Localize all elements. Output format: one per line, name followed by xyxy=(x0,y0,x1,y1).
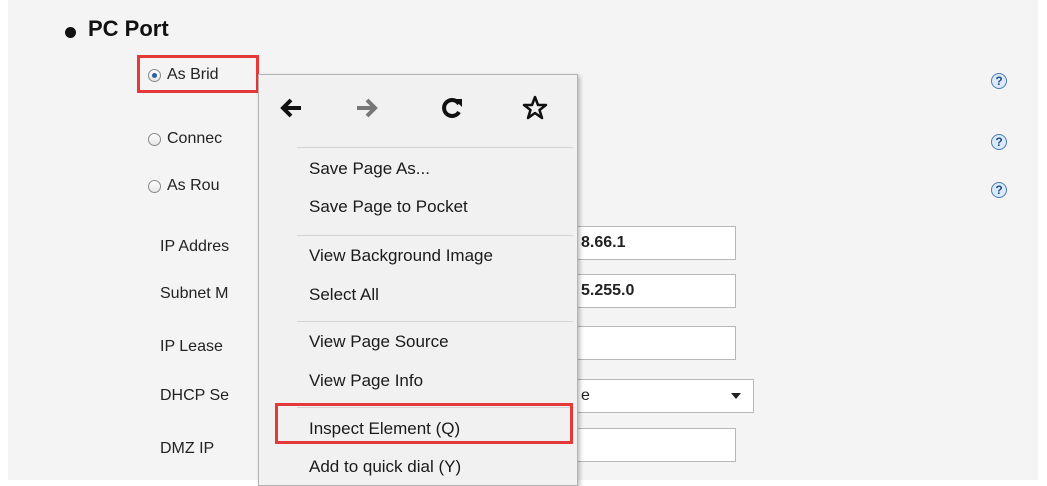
menu-separator xyxy=(297,235,573,236)
ip-address-input[interactable]: 8.66.1 xyxy=(576,226,736,260)
ip-lease-input[interactable] xyxy=(576,326,736,360)
dhcp-select[interactable]: e xyxy=(576,379,754,413)
menu-item-add-to-quick-dial[interactable]: Add to quick dial (Y) xyxy=(309,457,461,477)
back-arrow-icon[interactable] xyxy=(277,93,307,123)
subnet-mask-label: Subnet M xyxy=(160,285,229,302)
radio-button[interactable] xyxy=(148,132,161,146)
help-icon[interactable]: ? xyxy=(991,182,1007,198)
menu-item-save-page-as[interactable]: Save Page As... xyxy=(309,159,430,179)
ip-lease-label: IP Lease xyxy=(160,338,223,355)
highlight-box-inspect-element xyxy=(275,403,573,444)
radio-label-connect: Connec xyxy=(167,130,223,147)
menu-item-view-page-info[interactable]: View Page Info xyxy=(309,371,423,391)
section-title: PC Port xyxy=(88,16,169,41)
radio-label-router: As Rou xyxy=(167,177,220,194)
menu-separator xyxy=(297,147,573,148)
highlight-box-bridge xyxy=(137,55,259,93)
section-bullet xyxy=(65,27,76,38)
forward-arrow-icon[interactable] xyxy=(351,93,381,123)
menu-item-select-all[interactable]: Select All xyxy=(309,285,379,305)
reload-icon[interactable] xyxy=(437,93,467,123)
dmz-ip-input[interactable] xyxy=(576,428,736,462)
help-icon[interactable]: ? xyxy=(991,134,1007,150)
dropdown-caret-icon xyxy=(731,393,741,399)
dhcp-label: DHCP Se xyxy=(160,387,230,404)
menu-separator xyxy=(297,321,573,322)
subnet-mask-input[interactable]: 5.255.0 xyxy=(576,274,736,308)
menu-item-view-background-image[interactable]: View Background Image xyxy=(309,246,493,266)
menu-item-save-to-pocket[interactable]: Save Page to Pocket xyxy=(309,197,468,217)
context-menu-nav xyxy=(259,75,577,137)
ip-address-label: IP Addres xyxy=(160,238,230,255)
radio-option-router[interactable]: As Rou xyxy=(148,174,219,198)
help-icon[interactable]: ? xyxy=(991,73,1007,89)
radio-option-connect[interactable]: Connec xyxy=(148,127,222,151)
radio-button[interactable] xyxy=(148,179,161,193)
bookmark-star-icon[interactable] xyxy=(520,93,550,123)
dhcp-select-value: e xyxy=(581,387,590,404)
menu-item-view-page-source[interactable]: View Page Source xyxy=(309,332,449,352)
dmz-ip-label: DMZ IP xyxy=(160,440,215,457)
